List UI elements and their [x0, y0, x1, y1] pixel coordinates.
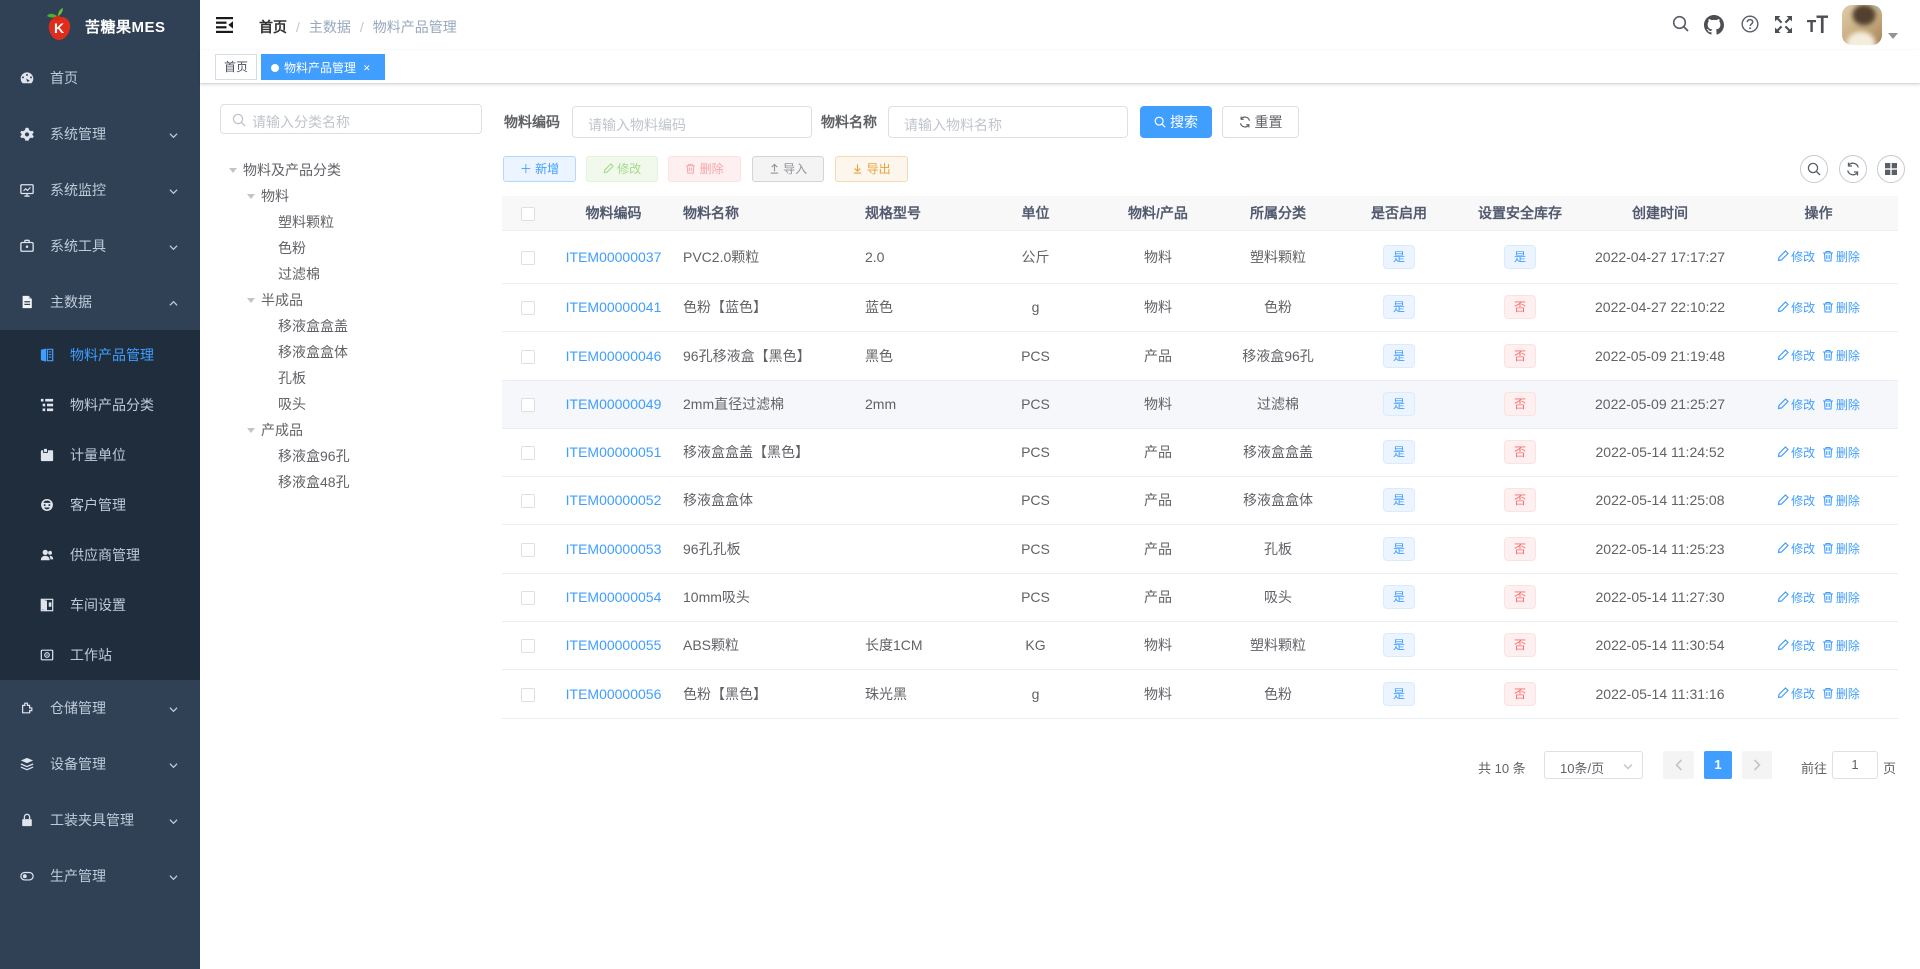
svg-text:K: K	[54, 20, 64, 36]
